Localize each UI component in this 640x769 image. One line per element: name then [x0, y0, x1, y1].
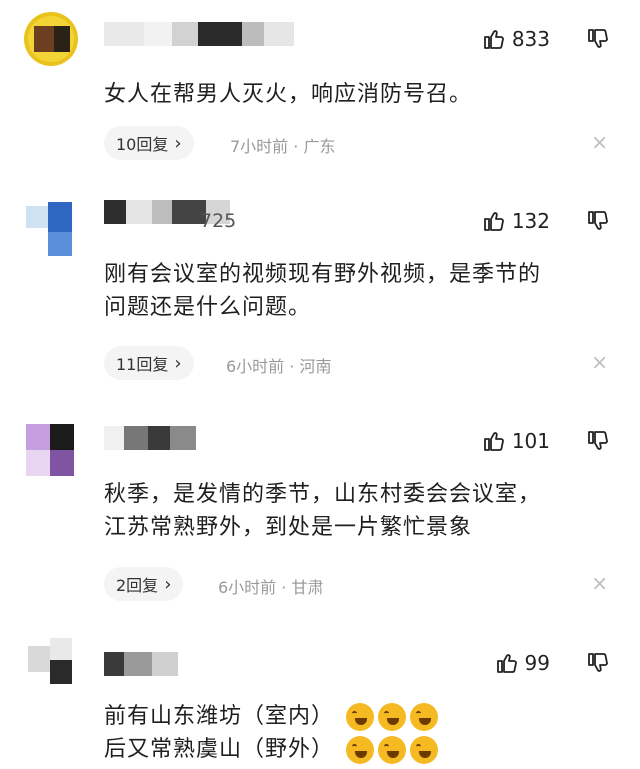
comment-text: 前有山东潍坊（室内） 后又常熟虞山（野外）: [104, 700, 612, 766]
thumbs-up-icon: [483, 432, 504, 451]
like-button[interactable]: 833: [482, 24, 550, 54]
reply-button[interactable]: 10回复 ›: [104, 126, 194, 160]
laughing-emoji-icon: [346, 703, 375, 731]
comment-text: 女人在帮男人灭火，响应消防号召。: [104, 82, 473, 107]
like-count: 132: [511, 209, 550, 233]
thumbs-down-icon: [588, 431, 608, 450]
avatar[interactable]: [24, 12, 78, 66]
reply-button[interactable]: 11回复 ›: [104, 346, 194, 380]
chevron-right-icon: ›: [174, 132, 182, 154]
reply-label: 2回复: [116, 576, 159, 595]
comment-text: 刚有会议室的视频现有野外视频，是季节的 问题还是什么问题。: [104, 258, 612, 324]
laughing-emoji-icon: [410, 736, 439, 764]
close-icon[interactable]: ×: [591, 350, 608, 374]
avatar[interactable]: [24, 424, 78, 478]
laughing-emoji-icon: [410, 703, 439, 731]
comment-location: 广东: [303, 137, 336, 156]
comment-text-line: 问题还是什么问题。: [104, 295, 312, 320]
reply-label: 10回复: [116, 135, 169, 154]
reply-label: 11回复: [116, 355, 169, 374]
like-button[interactable]: 99: [495, 648, 550, 678]
close-icon[interactable]: ×: [591, 130, 608, 154]
comment-text-line: 后又常熟虞山（野外）: [104, 733, 612, 766]
avatar[interactable]: [24, 202, 78, 256]
like-button[interactable]: 132: [482, 206, 550, 236]
comment-text-line: 江苏常熟野外，到处是一片繁忙景象: [104, 515, 473, 540]
like-count: 99: [524, 651, 550, 675]
laughing-emoji-icon: [378, 736, 407, 764]
comment-text-line: 刚有会议室的视频现有野外视频，是季节的: [104, 262, 542, 287]
thumbs-down-icon: [588, 29, 608, 48]
dislike-button[interactable]: [584, 648, 612, 678]
comment-meta: 6小时前 · 河南: [226, 357, 332, 376]
dislike-button[interactable]: [584, 24, 612, 54]
comment-time: 7小时前: [230, 137, 289, 156]
thumbs-up-icon: [483, 30, 504, 49]
comment-location: 甘肃: [291, 578, 324, 597]
avatar[interactable]: [24, 632, 78, 686]
thumbs-down-icon: [588, 211, 608, 230]
comment-text-line: 秋季，是发情的季节，山东村委会会议室，: [104, 482, 542, 507]
like-count: 833: [511, 27, 550, 51]
chevron-right-icon: ›: [164, 573, 172, 595]
dislike-button[interactable]: [584, 426, 612, 456]
dislike-button[interactable]: [584, 206, 612, 236]
comment-time: 6小时前: [218, 578, 277, 597]
username-suffix[interactable]: 725: [200, 210, 236, 232]
comment-text: 秋季，是发情的季节，山东村委会会议室， 江苏常熟野外，到处是一片繁忙景象: [104, 478, 612, 544]
laughing-emoji-icon: [378, 703, 407, 731]
like-button[interactable]: 101: [482, 426, 550, 456]
laughing-emoji-icon: [346, 736, 375, 764]
comment-meta: 6小时前 · 甘肃: [218, 578, 324, 597]
comment-location: 河南: [299, 357, 332, 376]
reply-button[interactable]: 2回复 ›: [104, 567, 184, 601]
username-redacted[interactable]: [104, 426, 196, 454]
comment-meta: 7小时前 · 广东: [230, 137, 336, 156]
thumbs-up-icon: [496, 654, 517, 673]
close-icon[interactable]: ×: [591, 571, 608, 595]
thumbs-down-icon: [588, 653, 608, 672]
thumbs-up-icon: [483, 212, 504, 231]
comment-text-line: 前有山东潍坊（室内）: [104, 700, 612, 733]
username-redacted[interactable]: [104, 652, 178, 680]
comment-time: 6小时前: [226, 357, 285, 376]
chevron-right-icon: ›: [174, 352, 182, 374]
like-count: 101: [511, 429, 550, 453]
username-redacted[interactable]: [104, 22, 294, 50]
